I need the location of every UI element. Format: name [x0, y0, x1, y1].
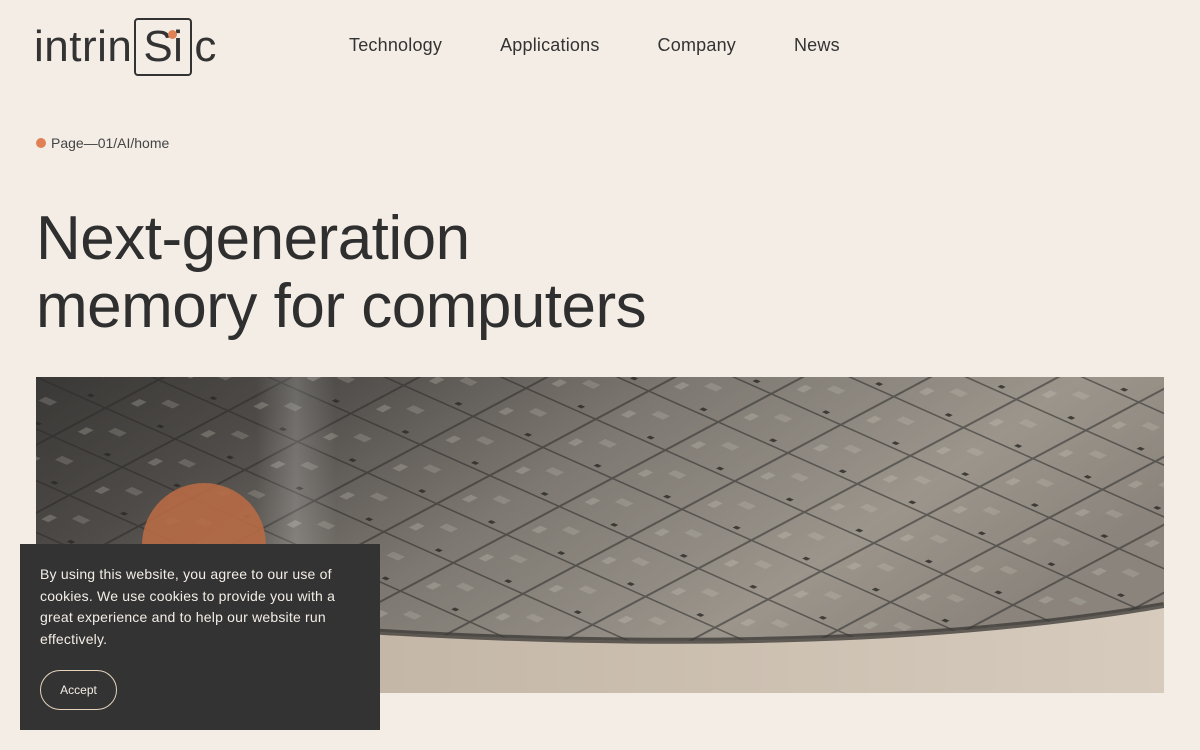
cookie-text: By using this website, you agree to our …	[40, 566, 336, 647]
page-title: Next-generation memory for computers	[36, 204, 647, 341]
nav-company[interactable]: Company	[658, 35, 736, 56]
logo-prefix: intrin	[34, 22, 133, 71]
page-title-line1: Next-generation	[36, 204, 470, 273]
nav-applications[interactable]: Applications	[500, 35, 599, 56]
logo-box: Si	[134, 18, 193, 76]
nav-technology[interactable]: Technology	[349, 35, 442, 56]
main-nav: Technology Applications Company News	[349, 35, 898, 56]
logo-boxed-text: Si	[143, 22, 184, 71]
breadcrumb: Page—01/AI/home	[36, 135, 169, 151]
accept-cookies-button[interactable]: Accept	[40, 670, 117, 710]
cookie-banner: By using this website, you agree to our …	[20, 544, 380, 730]
logo-suffix: c	[194, 22, 217, 71]
page-title-line2: memory for computers	[36, 272, 647, 341]
breadcrumb-dot-icon	[36, 138, 46, 148]
nav-news[interactable]: News	[794, 35, 840, 56]
page: intrin Si c Technology Applications Comp…	[0, 0, 1200, 750]
breadcrumb-text: Page—01/AI/home	[51, 135, 170, 151]
logo[interactable]: intrin Si c	[34, 18, 217, 76]
